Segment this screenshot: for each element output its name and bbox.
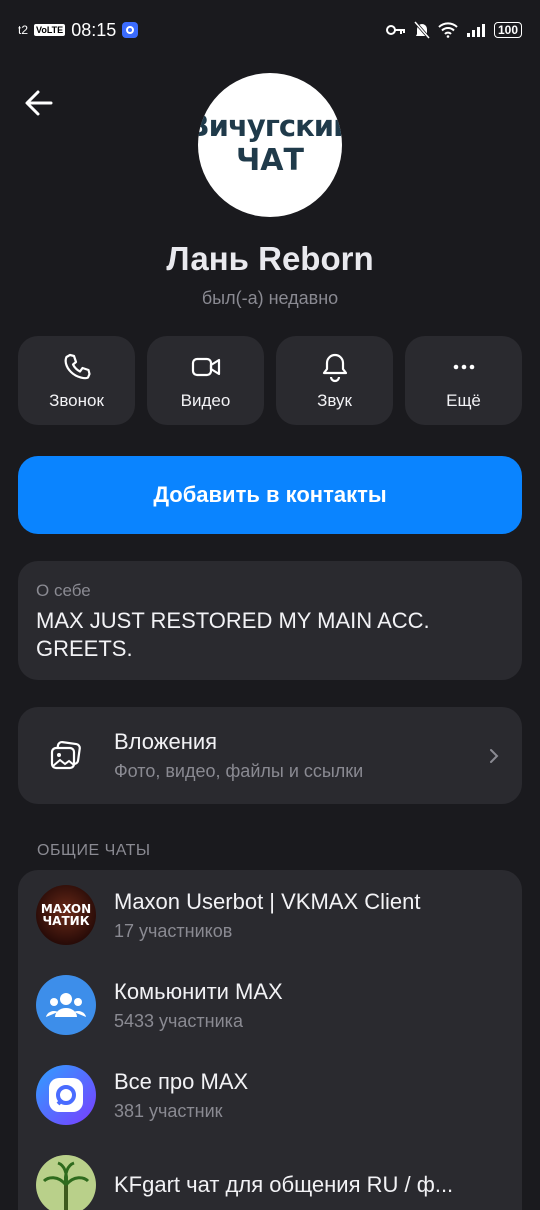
people-group-icon [46,993,86,1017]
wifi-icon [438,22,458,38]
attachments-title: Вложения [114,729,218,754]
avatar-text-line2: ЧАТ [236,142,304,178]
chat-members: 381 участник [114,1100,223,1121]
profile-actions: Звонок Видео Звук Ещё [18,336,522,425]
muted-bell-icon [413,21,430,39]
video-button-label: Видео [180,390,231,410]
max-app-notification-icon [122,22,139,38]
battery-indicator: 100 [493,22,522,38]
more-button-label: Ещё [446,390,481,410]
avatar-text-chatik: ЧАТИК [42,914,90,928]
chat-avatar [36,1155,96,1210]
gallery-icon [50,740,81,769]
volte-badge: VoLTE [34,24,66,36]
chat-members: 17 участников [114,920,233,941]
attachments-row[interactable]: Вложения Фото, видео, файлы и ссылки [18,707,522,804]
more-button[interactable]: Ещё [405,336,522,425]
chat-avatar [36,1065,96,1125]
common-chats-header: ОБЩИЕ ЧАТЫ [37,842,151,859]
video-camera-icon [191,357,220,376]
chat-item[interactable]: MAXON ЧАТИК Maxon Userbot | VKMAX Client… [18,870,522,960]
call-button[interactable]: Звонок [18,336,135,425]
add-to-contacts-button[interactable]: Добавить в контакты [18,456,522,534]
chat-name: Комьюнити MAX [114,978,283,1004]
status-bar: t2 VoLTE 08:15 100 [0,0,540,60]
phone-icon [64,353,91,379]
back-arrow-icon[interactable] [22,86,56,120]
max-logo-icon [49,1078,83,1112]
chevron-right-icon [490,748,499,763]
chat-name: Maxon Userbot | VKMAX Client [114,888,421,914]
chat-members: 5433 участника [114,1010,243,1031]
bell-icon [322,353,347,382]
chat-item[interactable]: Комьюнити MAX 5433 участника [18,960,522,1050]
chat-avatar [36,975,96,1035]
about-label: О себе [36,581,91,600]
call-button-label: Звонок [49,390,104,410]
chat-avatar: MAXON ЧАТИК [36,885,96,945]
chat-item[interactable]: Все про MAX 381 участник [18,1050,522,1140]
profile-name: Лань Reborn [166,240,374,277]
carrier-label: t2 [18,23,29,37]
sound-button-label: Звук [317,390,352,410]
sound-button[interactable]: Звук [276,336,393,425]
profile-avatar[interactable]: Вичугский ЧАТ [198,73,342,217]
chat-item[interactable]: KFgart чат для общения RU / ф... [18,1140,522,1210]
avatar-text-line1: Вичугский [198,109,342,144]
clock: 08:15 [71,19,117,40]
common-chats-list: MAXON ЧАТИК Maxon Userbot | VKMAX Client… [18,870,522,1210]
video-button[interactable]: Видео [147,336,264,425]
attachments-subtitle: Фото, видео, файлы и ссылки [114,761,364,781]
key-icon [385,25,405,35]
more-dots-icon [453,364,474,369]
chat-name: Все про MAX [114,1068,249,1094]
about-card: О себе MAX JUST RESTORED MY MAIN ACC. GR… [18,561,522,680]
profile-status: был(-а) недавно [201,288,339,308]
chat-name: KFgart чат для общения RU / ф... [114,1172,454,1197]
about-text: MAX JUST RESTORED MY MAIN ACC. GREETS. [36,608,430,661]
signal-icon [466,24,485,37]
palm-tree-icon [42,1161,90,1210]
